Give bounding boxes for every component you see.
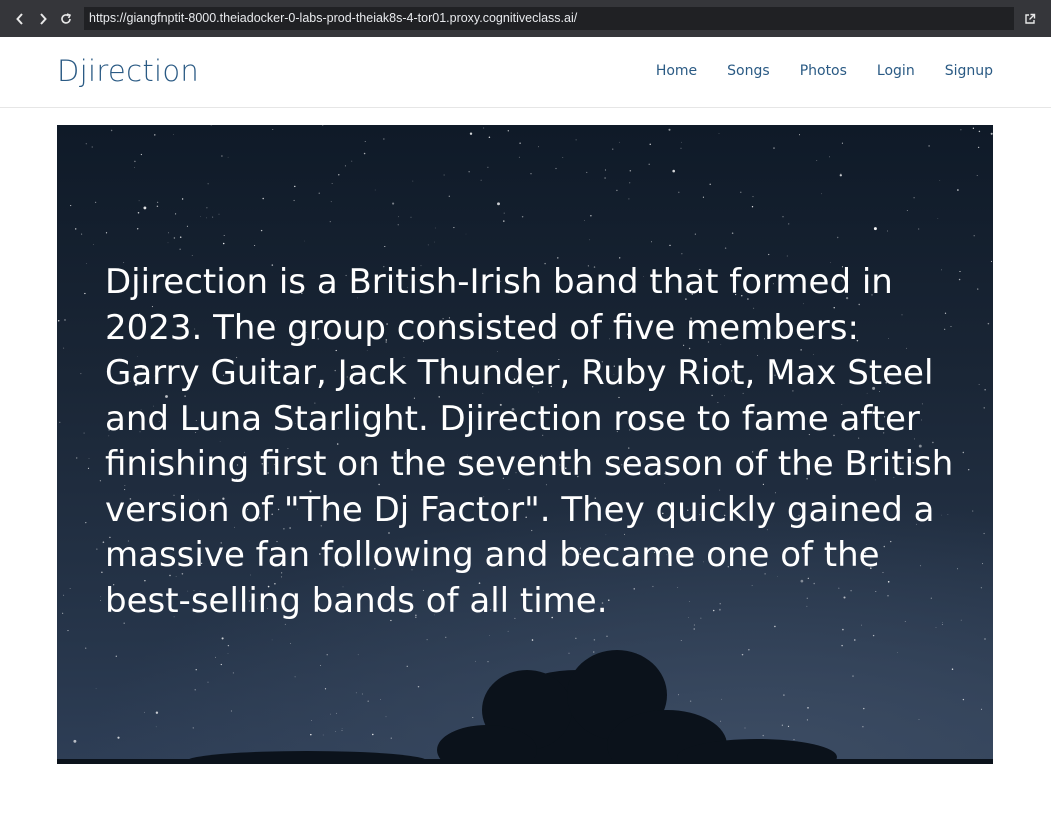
reload-icon <box>60 12 72 25</box>
brand-logo[interactable]: Djirection <box>57 54 199 88</box>
reload-button[interactable] <box>55 8 77 30</box>
open-external-button[interactable] <box>1019 8 1041 30</box>
nav-signup[interactable]: Signup <box>945 63 993 79</box>
nav-photos[interactable]: Photos <box>800 63 847 79</box>
site-header: Djirection Home Songs Photos Login Signu… <box>0 37 1051 108</box>
chevron-left-icon <box>15 12 25 25</box>
url-input[interactable] <box>84 7 1014 30</box>
main-nav: Home Songs Photos Login Signup <box>626 63 993 79</box>
nav-login[interactable]: Login <box>877 63 915 79</box>
forward-button[interactable] <box>32 8 54 30</box>
hero-banner: Djirection is a British-Irish band that … <box>57 125 993 764</box>
nav-songs[interactable]: Songs <box>727 63 770 79</box>
tree-silhouette <box>57 650 993 764</box>
nav-home[interactable]: Home <box>656 63 697 79</box>
chevron-right-icon <box>38 12 48 25</box>
external-link-icon <box>1024 13 1036 25</box>
back-button[interactable] <box>9 8 31 30</box>
hero-description: Djirection is a British-Irish band that … <box>105 262 954 621</box>
browser-toolbar <box>0 0 1051 37</box>
